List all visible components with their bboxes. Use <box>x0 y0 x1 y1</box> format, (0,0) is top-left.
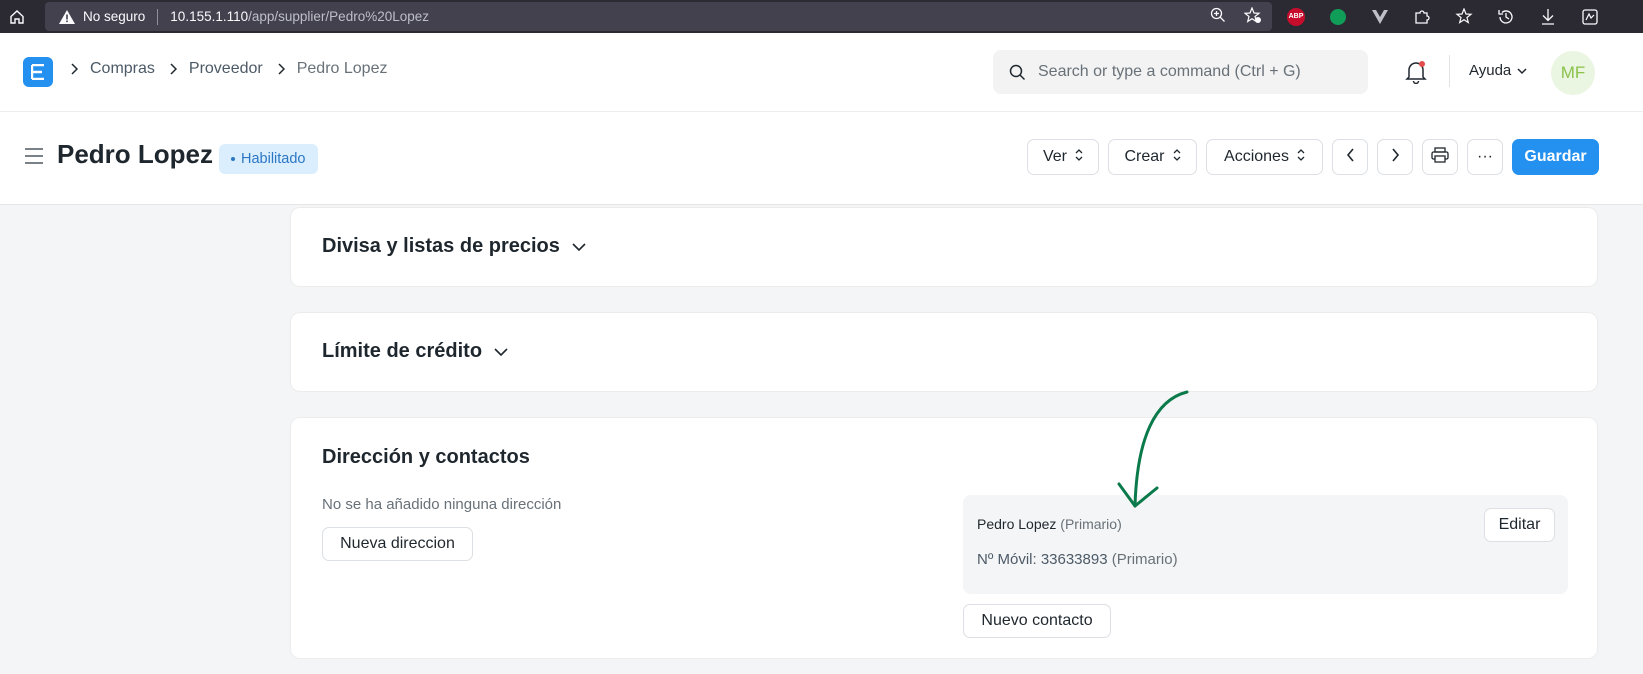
search-placeholder: Search or type a command (Ctrl + G) <box>1038 63 1301 80</box>
status-label: Habilitado <box>241 151 306 167</box>
breadcrumb: Compras Proveedor Pedro Lopez <box>70 60 401 78</box>
browser-toolbar: No seguro 10.155.1.110/app/supplier/Pedr… <box>0 0 1643 33</box>
app-logo[interactable] <box>23 57 53 87</box>
contact-primary-tag: (Primario) <box>1060 516 1122 532</box>
chevron-down-icon <box>1517 62 1527 79</box>
credit-limit-section-header[interactable]: Límite de crédito <box>322 340 508 363</box>
address-contacts-section: Dirección y contactos No se ha añadido n… <box>290 417 1598 659</box>
puzzle-extensions-icon[interactable] <box>1411 6 1433 28</box>
screenshot-icon[interactable] <box>1579 6 1601 28</box>
page-title: Pedro Lopez <box>57 139 214 169</box>
actions-button[interactable]: Acciones <box>1206 139 1323 175</box>
avatar[interactable]: MF <box>1551 51 1595 95</box>
search-icon <box>1009 64 1026 81</box>
chevron-right-icon <box>169 63 177 75</box>
actions-label: Acciones <box>1224 148 1289 165</box>
shield-extension-icon[interactable] <box>1327 6 1349 28</box>
help-label: Ayuda <box>1469 62 1512 79</box>
currency-section[interactable]: Divisa y listas de precios <box>290 207 1598 287</box>
new-contact-button[interactable]: Nuevo contacto <box>963 604 1111 638</box>
zoom-icon[interactable] <box>1210 7 1226 26</box>
sort-icon <box>1075 148 1083 166</box>
more-button[interactable]: ··· <box>1467 139 1503 175</box>
url-path: /app/supplier/Pedro%20Lopez <box>248 9 430 24</box>
chevron-left-icon <box>1346 147 1355 167</box>
chevron-down-icon <box>572 235 586 258</box>
contact-phone-line: Nº Móvil: 33633893 (Primario) <box>977 551 1178 568</box>
contact-phone: Nº Móvil: 33633893 <box>977 551 1108 568</box>
chevron-right-icon <box>277 63 285 75</box>
notification-bell-icon[interactable] <box>1405 60 1427 89</box>
sidebar-toggle-icon[interactable] <box>24 148 44 169</box>
contact-card: Pedro Lopez (Primario) Nº Móvil: 3363389… <box>963 495 1568 594</box>
url-bar[interactable]: No seguro 10.155.1.110/app/supplier/Pedr… <box>45 2 1272 31</box>
chevron-down-icon <box>494 340 508 363</box>
contact-name[interactable]: Pedro Lopez <box>977 516 1056 532</box>
bookmarks-icon[interactable] <box>1453 6 1475 28</box>
previous-button[interactable] <box>1332 139 1368 175</box>
search-input[interactable]: Search or type a command (Ctrl + G) <box>993 50 1368 94</box>
printer-icon <box>1431 146 1449 168</box>
address-contacts-title: Dirección y contactos <box>322 446 530 469</box>
save-button[interactable]: Guardar <box>1512 139 1599 175</box>
status-badge: Habilitado <box>219 144 318 174</box>
view-label: Ver <box>1042 148 1067 165</box>
url-separator <box>157 8 159 25</box>
no-address-text: No se ha añadido ninguna dirección <box>322 496 562 513</box>
breadcrumb-current[interactable]: Pedro Lopez <box>297 60 388 78</box>
new-address-button[interactable]: Nueva direccion <box>322 527 473 561</box>
warning-icon[interactable] <box>59 9 75 24</box>
adblock-icon[interactable]: ABP <box>1285 6 1307 28</box>
credit-limit-section[interactable]: Límite de crédito <box>290 312 1598 392</box>
save-label: Guardar <box>1524 148 1587 165</box>
sort-icon <box>1173 148 1181 166</box>
view-button[interactable]: Ver <box>1027 139 1099 175</box>
currency-section-header[interactable]: Divisa y listas de precios <box>322 235 586 258</box>
bookmark-star-icon[interactable] <box>1243 5 1262 27</box>
help-dropdown[interactable]: Ayuda <box>1469 62 1527 79</box>
currency-section-title: Divisa y listas de precios <box>322 235 560 257</box>
app-navbar: Compras Proveedor Pedro Lopez Search or … <box>0 33 1643 112</box>
address-contacts-title-text: Dirección y contactos <box>322 446 530 468</box>
breadcrumb-proveedor[interactable]: Proveedor <box>189 60 263 78</box>
credit-limit-section-title: Límite de crédito <box>322 340 483 362</box>
next-button[interactable] <box>1377 139 1413 175</box>
phone-primary-tag: (Primario) <box>1111 551 1178 568</box>
vue-extension-icon[interactable] <box>1369 6 1391 28</box>
chevron-right-icon <box>70 63 78 75</box>
sort-icon <box>1297 148 1305 166</box>
breadcrumb-compras[interactable]: Compras <box>90 60 155 78</box>
insecure-label: No seguro <box>83 9 146 24</box>
url-host: 10.155.1.110 <box>170 9 249 24</box>
print-button[interactable] <box>1422 139 1458 175</box>
history-icon[interactable] <box>1495 6 1517 28</box>
chevron-right-icon <box>1391 147 1400 167</box>
create-label: Crear <box>1124 148 1165 165</box>
navbar-divider <box>1449 55 1450 87</box>
home-icon[interactable] <box>0 0 34 33</box>
edit-contact-button[interactable]: Editar <box>1484 508 1555 542</box>
create-button[interactable]: Crear <box>1108 139 1197 175</box>
download-icon[interactable] <box>1537 6 1559 28</box>
page-head: Pedro Lopez Habilitado Ver Crear Accione… <box>0 112 1643 205</box>
more-label: ··· <box>1477 148 1493 165</box>
contact-name-line: Pedro Lopez (Primario) <box>977 516 1122 532</box>
